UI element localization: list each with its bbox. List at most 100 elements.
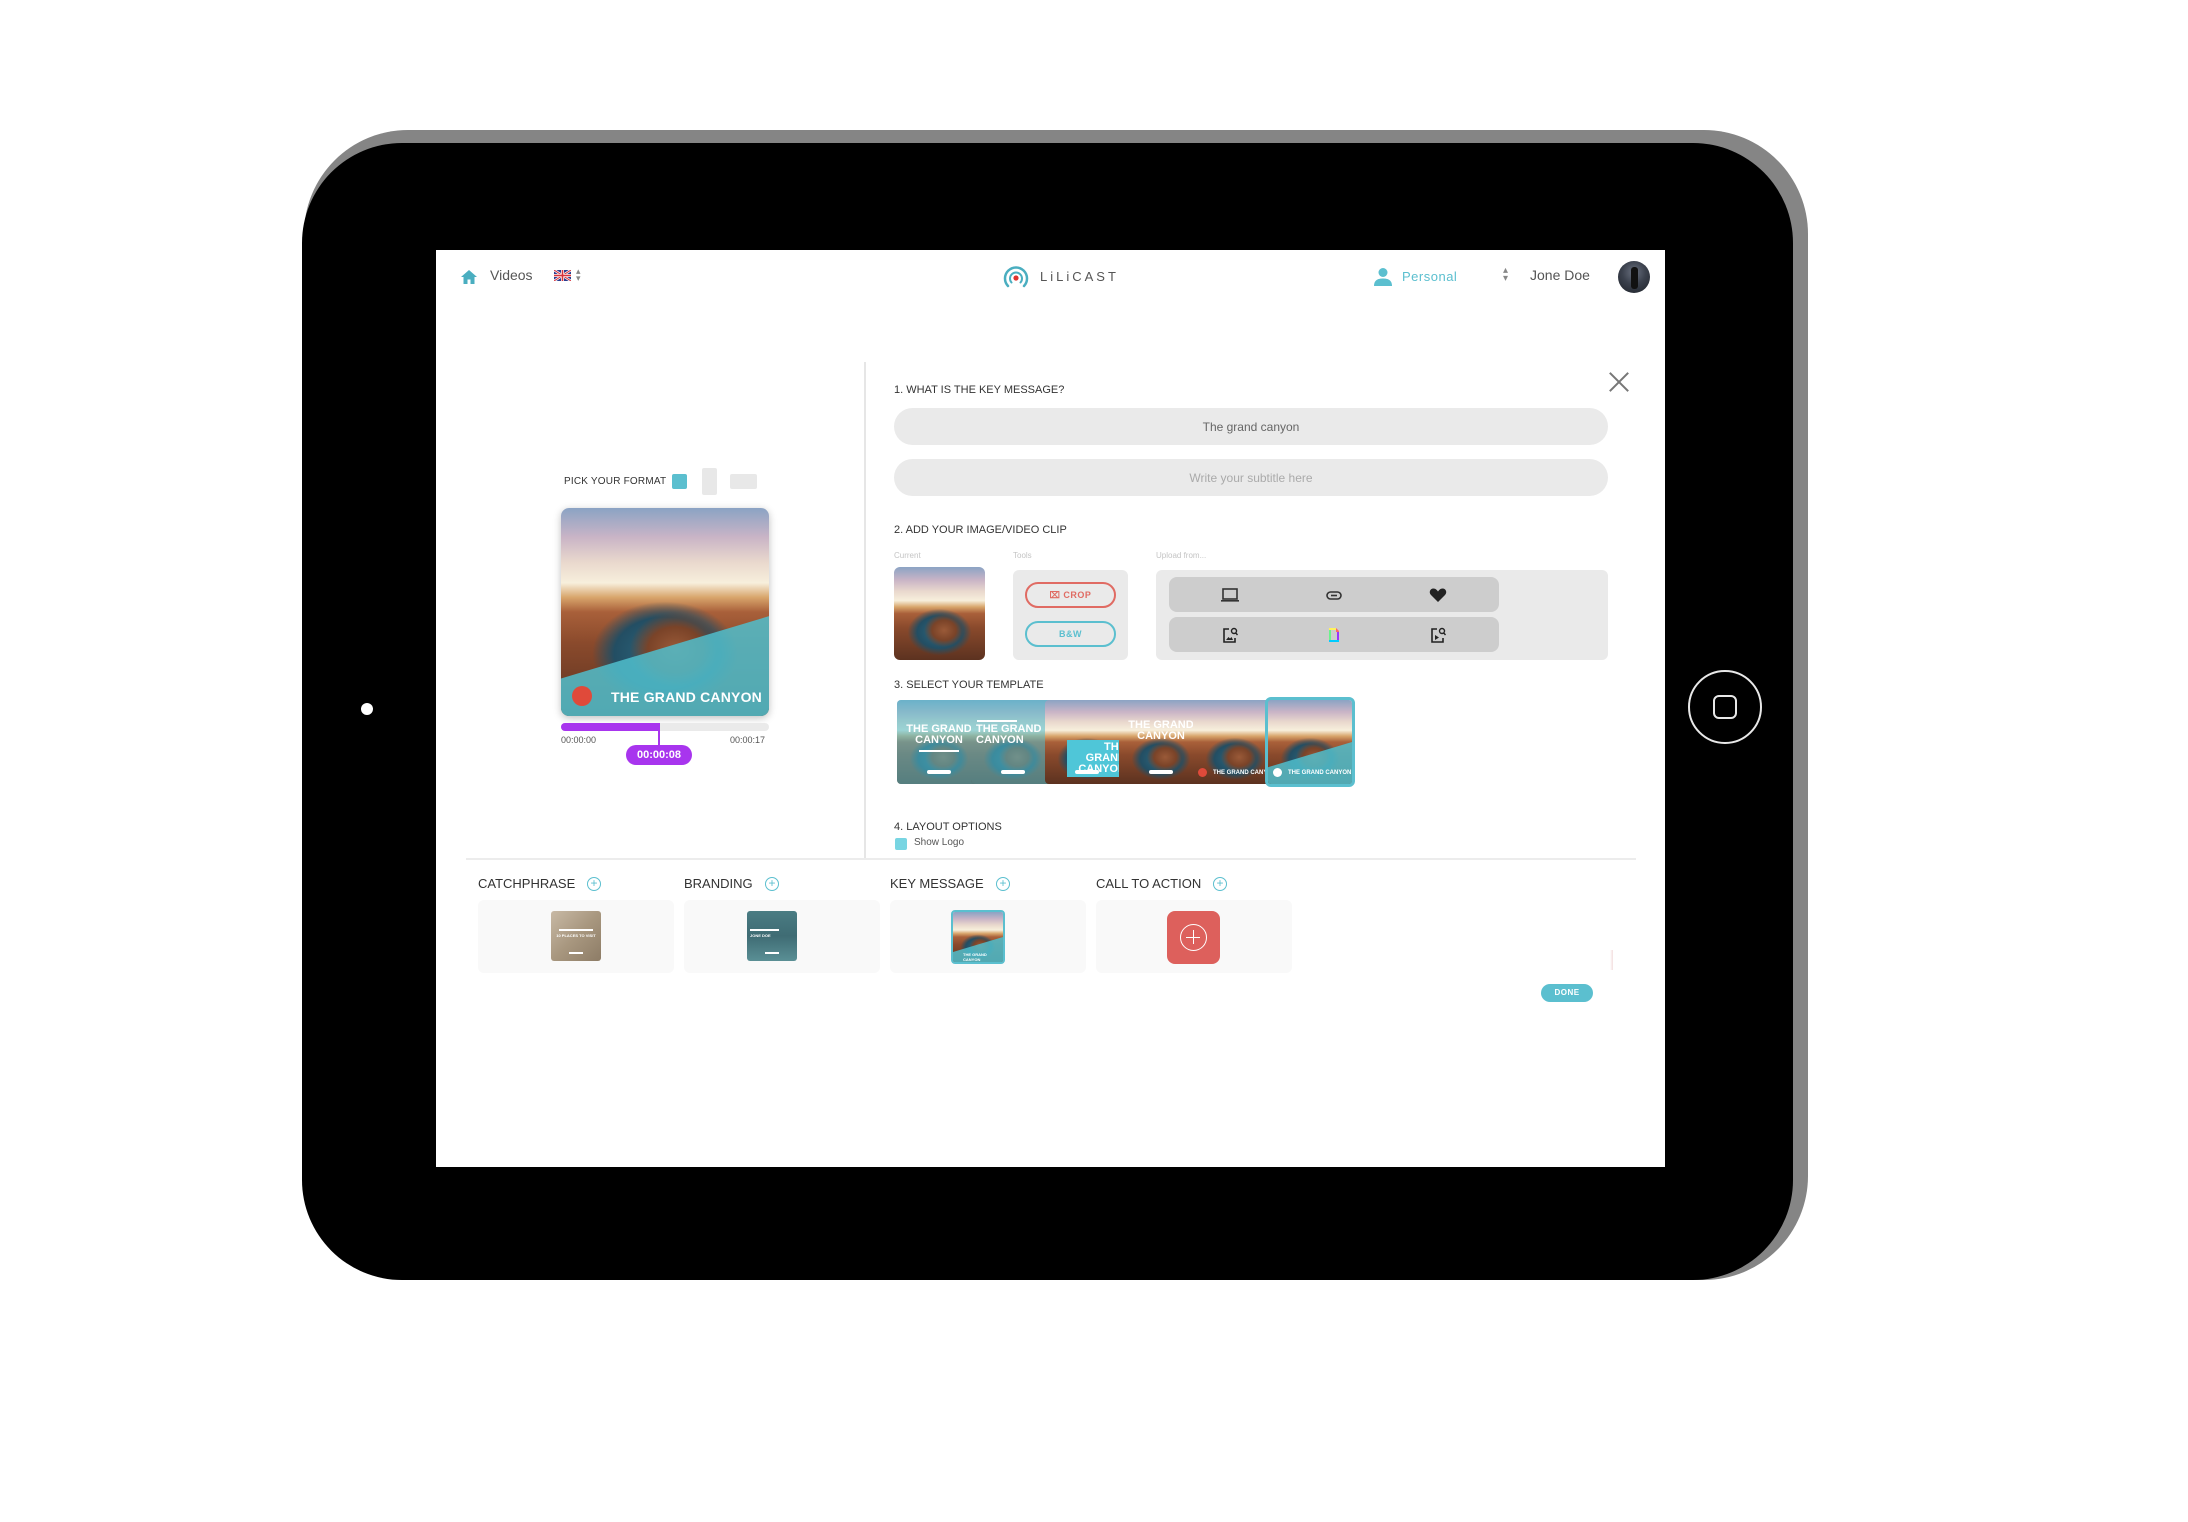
timeline-progress <box>561 723 659 731</box>
language-selector-chevron-icon[interactable]: ▴ ▾ <box>576 267 581 283</box>
step3-title: 3. SELECT YOUR TEMPLATE <box>894 679 1044 691</box>
home-button-square-icon <box>1713 695 1737 719</box>
timeline-start-time: 00:00:00 <box>561 735 597 745</box>
add-catchphrase-icon[interactable]: + <box>587 877 601 891</box>
timeline-playhead[interactable] <box>657 723 660 746</box>
user-name[interactable]: Jone Doe <box>1530 267 1590 283</box>
template-underline <box>919 750 959 752</box>
waveform-icon <box>1001 770 1025 774</box>
crop-button[interactable]: ⌧ CROP <box>1025 582 1116 608</box>
section-branding-title: BRANDING <box>684 876 753 891</box>
current-clip-thumbnail[interactable] <box>894 567 985 660</box>
add-cta-icon[interactable]: + <box>1213 877 1227 891</box>
waveform-icon <box>1149 770 1173 774</box>
template-logo-dot <box>1273 768 1282 777</box>
template-title: THE GRAND CANYON <box>976 723 1042 746</box>
uk-flag-icon[interactable] <box>554 270 571 281</box>
brand-name: LiLiCAST <box>1040 269 1119 284</box>
catchphrase-scene-thumbnail[interactable]: 10 PLACES TO VISIT <box>551 911 601 961</box>
upload-favorites-button[interactable] <box>1377 577 1499 612</box>
video-preview[interactable]: THE GRAND CANYON <box>561 508 769 716</box>
vertical-divider <box>864 362 866 858</box>
step1-title: 1. WHAT IS THE KEY MESSAGE? <box>894 384 1065 396</box>
template-title: THE GRAND CANYON <box>1128 719 1194 742</box>
giphy-icon <box>1329 627 1339 642</box>
upload-video-search-button[interactable] <box>1377 617 1499 652</box>
preview-title: THE GRAND CANYON <box>611 689 762 705</box>
section-key-message-title: KEY MESSAGE <box>890 876 984 891</box>
upload-panel <box>1156 570 1608 660</box>
section-cta-title: CALL TO ACTION <box>1096 876 1202 891</box>
current-label: Current <box>894 551 921 560</box>
add-branding-icon[interactable]: + <box>765 877 779 891</box>
current-clip-image <box>894 567 985 660</box>
waveform-icon <box>569 952 583 954</box>
home-icon[interactable] <box>460 269 478 285</box>
section-catchphrase-card: 10 PLACES TO VISIT <box>478 900 674 973</box>
crop-icon: ⌧ <box>1049 590 1064 600</box>
template-overline <box>977 720 1017 722</box>
upload-label: Upload from... <box>1156 551 1207 560</box>
template-title: THE GRAND CANYON <box>1288 770 1352 776</box>
section-cta-card <box>1096 900 1292 973</box>
tools-label: Tools <box>1013 551 1032 560</box>
close-icon[interactable] <box>1608 371 1630 393</box>
avatar[interactable] <box>1618 261 1650 293</box>
account-type-label[interactable]: Personal <box>1402 269 1457 284</box>
template-option-3[interactable]: THE GRAND CANYON <box>1045 700 1129 784</box>
format-portrait-option[interactable] <box>702 468 717 495</box>
add-call-to-action-button[interactable] <box>1167 911 1220 964</box>
template-title: THE GRAND CANYON <box>906 723 972 746</box>
laptop-icon <box>1221 587 1239 602</box>
key-message-scene-thumbnail[interactable]: THE GRAND CANYON <box>951 910 1005 964</box>
video-search-icon <box>1431 627 1447 643</box>
camera-dot <box>361 703 373 715</box>
step2-title: 2. ADD YOUR IMAGE/VIDEO CLIP <box>894 524 1067 536</box>
format-square-option[interactable] <box>672 474 687 489</box>
pick-format-label: PICK YOUR FORMAT <box>564 476 667 487</box>
section-branding-card: JONE DOE <box>684 900 880 973</box>
horizontal-divider <box>466 858 1636 860</box>
template-option-4[interactable]: THE GRAND CANYON <box>1119 700 1203 784</box>
show-logo-label: Show Logo <box>914 837 965 848</box>
current-time-badge: 00:00:08 <box>626 745 692 765</box>
heart-icon <box>1429 588 1447 602</box>
template-logo-dot <box>1198 768 1207 777</box>
waveform-icon <box>765 952 779 954</box>
template-option-2[interactable]: THE GRAND CANYON <box>971 700 1055 784</box>
section-key-message-card: THE GRAND CANYON <box>890 900 1086 973</box>
scene-text: JONE DOE <box>750 933 771 938</box>
step4-title: 4. LAYOUT OPTIONS <box>894 821 1002 833</box>
waveform-icon <box>927 770 951 774</box>
show-logo-checkbox[interactable] <box>895 838 907 850</box>
add-key-message-icon[interactable]: + <box>996 877 1010 891</box>
scene-text: 10 PLACES TO VISIT <box>556 933 596 938</box>
link-icon <box>1326 590 1342 600</box>
timeline-end-time: 00:00:17 <box>730 735 766 745</box>
tools-panel: ⌧ CROP B&W <box>1013 570 1128 660</box>
bw-button[interactable]: B&W <box>1025 621 1116 647</box>
scene-bar <box>559 929 593 931</box>
format-landscape-option[interactable] <box>730 474 757 489</box>
crop-label: CROP <box>1063 590 1092 600</box>
lilicast-logo-icon <box>1003 266 1029 288</box>
template-option-6-selected[interactable]: THE GRAND CANYON <box>1265 697 1355 787</box>
nav-videos-link[interactable]: Videos <box>490 267 533 283</box>
plus-circle-icon <box>1180 924 1207 951</box>
scrollbar[interactable] <box>1610 950 1613 970</box>
preview-logo-dot <box>572 686 592 706</box>
app-screen: Videos ▴ ▾ LiLiCAST Personal ▴ ▾ Jone Doe … <box>436 250 1665 1167</box>
scene-text: THE GRAND CANYON <box>963 952 987 962</box>
section-catchphrase-title: CATCHPHRASE <box>478 876 576 891</box>
account-switch-chevron-icon[interactable]: ▴ ▾ <box>1503 266 1508 284</box>
done-button[interactable]: DONE <box>1541 984 1593 1002</box>
branding-scene-thumbnail[interactable]: JONE DOE <box>747 911 797 961</box>
template-option-1[interactable]: THE GRAND CANYON <box>897 700 981 784</box>
waveform-icon <box>1075 770 1099 774</box>
image-search-icon <box>1223 627 1239 643</box>
key-message-input[interactable] <box>894 408 1608 445</box>
subtitle-input[interactable] <box>894 459 1608 496</box>
scene-bar <box>750 929 779 931</box>
device-home-button[interactable] <box>1688 670 1762 744</box>
person-icon <box>1374 268 1392 286</box>
